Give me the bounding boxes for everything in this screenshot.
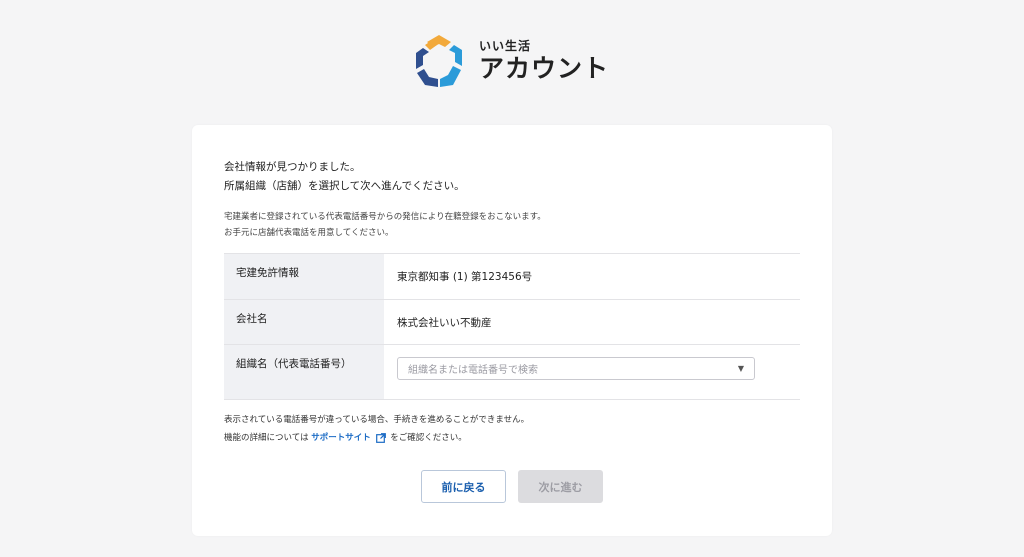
license-label: 宅建免許情報: [224, 253, 384, 300]
chevron-down-icon: ▼: [737, 364, 744, 373]
intro-line-2: 所属組織（店舗）を選択して次へ進んでください。: [224, 180, 465, 192]
note-message: 宅建業者に登録されている代表電話番号からの発信により在籍登録をおこないます。 お…: [224, 209, 546, 241]
footer-line-1: 表示されている電話番号が違っている場合、手続きを進めることができません。: [224, 415, 530, 425]
company-value: 株式会社いい不動産: [397, 316, 492, 329]
support-site-link[interactable]: サポートサイト: [311, 433, 371, 443]
registration-card: 会社情報が見つかりました。 所属組織（店舗）を選択して次へ進んでください。 宅建…: [192, 125, 832, 536]
company-row: 会社名 株式会社いい不動産: [224, 299, 800, 345]
intro-line-1: 会社情報が見つかりました。: [224, 161, 361, 173]
footer-note: 表示されている電話番号が違っている場合、手続きを進めることができません。 機能の…: [224, 411, 529, 447]
footer-line-2: 機能の詳細については サポートサイト をご確認ください。: [224, 429, 529, 447]
company-label: 会社名: [224, 299, 384, 345]
organization-select-placeholder: 組織名または電話番号で検索: [408, 365, 538, 376]
intro-message: 会社情報が見つかりました。 所属組織（店舗）を選択して次へ進んでください。: [224, 158, 465, 196]
brand-sub: いい生活: [479, 39, 532, 53]
hexagon-logo-icon: [416, 35, 462, 87]
organization-label: 組織名（代表電話番号）: [224, 344, 384, 400]
brand-logo: いい生活 アカウント: [413, 33, 609, 89]
next-button[interactable]: 次に進む: [518, 470, 603, 503]
back-button[interactable]: 前に戻る: [421, 470, 506, 503]
license-value: 東京都知事 (1) 第123456号: [397, 271, 533, 283]
brand-main: アカウント: [479, 54, 610, 83]
external-link-icon[interactable]: [375, 432, 386, 443]
organization-row: 組織名（代表電話番号） 組織名または電話番号で検索 ▼: [224, 344, 800, 400]
footer-line-2-after: をご確認ください。: [390, 433, 467, 443]
organization-select[interactable]: 組織名または電話番号で検索 ▼: [397, 357, 755, 380]
note-line-1: 宅建業者に登録されている代表電話番号からの発信により在籍登録をおこないます。: [224, 212, 546, 222]
footer-line-2-before: 機能の詳細については: [224, 433, 309, 443]
license-row: 宅建免許情報 東京都知事 (1) 第123456号: [224, 253, 800, 300]
company-info-table: 宅建免許情報 東京都知事 (1) 第123456号 会社名 株式会社いい不動産 …: [224, 253, 800, 400]
note-line-2: お手元に店舗代表電話を用意してください。: [224, 228, 394, 238]
